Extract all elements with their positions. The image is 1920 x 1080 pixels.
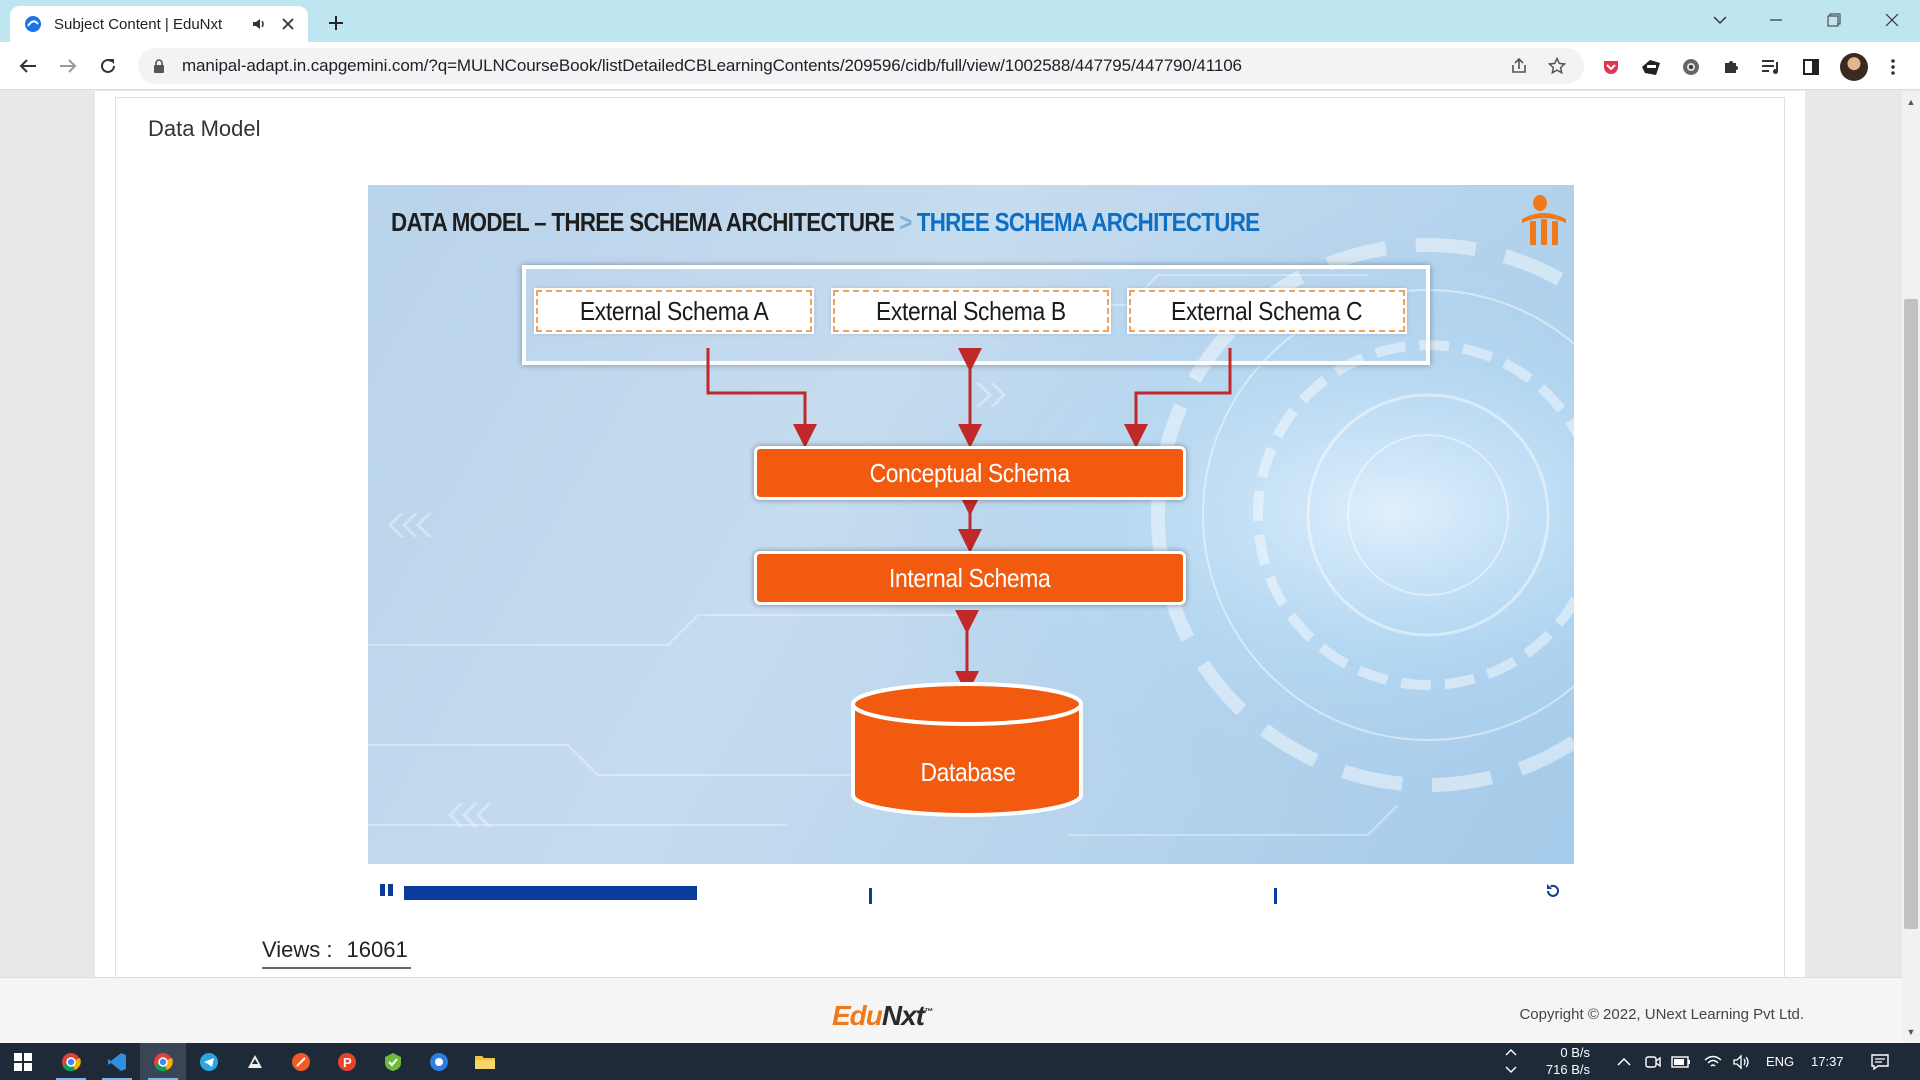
progress-marker[interactable] — [868, 888, 872, 904]
replay-icon[interactable] — [1544, 882, 1562, 900]
chrome-profile-taskbar-icon[interactable] — [140, 1043, 186, 1080]
video-player-controls — [368, 878, 1574, 904]
new-tab-button[interactable] — [322, 9, 350, 37]
browser-tab[interactable]: Subject Content | EduNxt — [10, 6, 308, 42]
page-viewport: Data Model DATA MODEL – THREE SCHEMA ARC… — [0, 91, 1920, 1043]
vpn-taskbar-icon[interactable] — [370, 1043, 416, 1080]
chrome-taskbar-icon[interactable] — [48, 1043, 94, 1080]
address-bar[interactable]: manipal-adapt.in.capgemini.com/?q=MULNCo… — [138, 48, 1584, 84]
lock-icon[interactable] — [152, 59, 166, 73]
page-footer: EduNxt™ Copyright © 2022, UNext Learning… — [0, 977, 1902, 1043]
arrow-external-a-to-conceptual — [706, 348, 817, 448]
edunxt-logo[interactable]: EduNxt™ — [832, 1000, 933, 1032]
video-slide[interactable]: DATA MODEL – THREE SCHEMA ARCHITECTURE > T… — [368, 185, 1574, 864]
reload-button[interactable] — [94, 52, 122, 80]
tab-search-chevron-icon[interactable] — [1692, 0, 1748, 40]
url-text[interactable]: manipal-adapt.in.capgemini.com/?q=MULNCo… — [182, 56, 1242, 76]
windows-taskbar: P 0 B/s 716 B/s ENG 17:37 — [0, 1043, 1920, 1080]
pdf-reader-taskbar-icon[interactable]: P — [324, 1043, 370, 1080]
copyright-text: Copyright © 2022, UNext Learning Pvt Ltd… — [1519, 1006, 1804, 1023]
close-tab-icon[interactable] — [278, 14, 298, 34]
side-panel-icon[interactable] — [1800, 56, 1822, 78]
arrow-external-c-to-conceptual — [1124, 348, 1232, 448]
chrome-menu-icon[interactable] — [1882, 56, 1904, 78]
minimize-button[interactable] — [1748, 0, 1804, 40]
windows-start-icon[interactable] — [0, 1043, 46, 1080]
ninja-extension-icon[interactable] — [1640, 56, 1662, 78]
network-download-speed: 716 B/s — [1545, 1062, 1590, 1077]
pocket-extension-icon[interactable] — [1600, 56, 1622, 78]
extensions-puzzle-icon[interactable] — [1720, 56, 1742, 78]
browser-taskbar-icon[interactable] — [416, 1043, 462, 1080]
file-explorer-taskbar-icon[interactable] — [462, 1043, 508, 1080]
page-scrollbar[interactable]: ▲ ▼ — [1902, 91, 1920, 1043]
close-window-button[interactable] — [1864, 0, 1920, 40]
content-card: Data Model DATA MODEL – THREE SCHEMA ARC… — [95, 91, 1805, 977]
section-title: Data Model — [148, 116, 261, 141]
scroll-thumb[interactable] — [1904, 299, 1918, 929]
lesson-panel: Data Model DATA MODEL – THREE SCHEMA ARC… — [115, 97, 1785, 977]
progress-marker[interactable] — [1274, 888, 1278, 904]
database-label: Database — [920, 757, 1016, 787]
scroll-up-arrow-icon[interactable]: ▲ — [1906, 97, 1916, 107]
vscode-taskbar-icon[interactable] — [94, 1043, 140, 1080]
media-control-icon[interactable] — [1760, 56, 1782, 78]
svg-text:P: P — [343, 1055, 352, 1070]
browser-toolbar: manipal-adapt.in.capgemini.com/?q=MULNCo… — [0, 42, 1920, 90]
restore-button[interactable] — [1806, 0, 1862, 40]
views-counter: Views : 16061 — [262, 937, 411, 969]
tab-strip: Subject Content | EduNxt — [0, 0, 1920, 42]
inkscape-taskbar-icon[interactable] — [232, 1043, 278, 1080]
scroll-down-arrow-icon[interactable]: ▼ — [1906, 1027, 1916, 1037]
meet-now-icon[interactable] — [1640, 1043, 1666, 1080]
progress-fill — [404, 886, 698, 900]
network-speed-arrows-icon — [1504, 1045, 1520, 1078]
progress-bar[interactable] — [404, 886, 1524, 904]
back-button[interactable] — [14, 52, 42, 80]
conceptual-schema-box: Conceptual Schema — [754, 446, 1186, 500]
notifications-icon[interactable] — [1858, 1043, 1902, 1080]
views-count: 16061 — [346, 937, 408, 962]
telegram-taskbar-icon[interactable] — [186, 1043, 232, 1080]
profile-avatar[interactable] — [1840, 53, 1868, 81]
battery-icon[interactable] — [1668, 1043, 1694, 1080]
audio-playing-icon[interactable] — [250, 15, 268, 33]
input-language[interactable]: ENG — [1766, 1054, 1794, 1069]
internal-schema-box: Internal Schema — [754, 551, 1186, 605]
views-label: Views : — [262, 937, 333, 962]
forward-button[interactable] — [54, 52, 82, 80]
volume-icon[interactable] — [1728, 1043, 1756, 1080]
globe-extension-icon[interactable] — [1680, 56, 1702, 78]
database-cylinder — [851, 682, 1083, 817]
clock-time[interactable]: 17:37 — [1811, 1054, 1844, 1069]
tab-title: Subject Content | EduNxt — [54, 15, 223, 33]
edunxt-favicon-icon — [25, 16, 41, 32]
show-hidden-icons-chevron-icon[interactable] — [1612, 1043, 1636, 1080]
bookmark-star-icon[interactable] — [1548, 57, 1566, 75]
postman-taskbar-icon[interactable] — [278, 1043, 324, 1080]
pause-icon[interactable] — [380, 884, 394, 898]
share-icon[interactable] — [1510, 57, 1528, 75]
network-upload-speed: 0 B/s — [1560, 1045, 1590, 1060]
wifi-icon[interactable] — [1700, 1043, 1726, 1080]
